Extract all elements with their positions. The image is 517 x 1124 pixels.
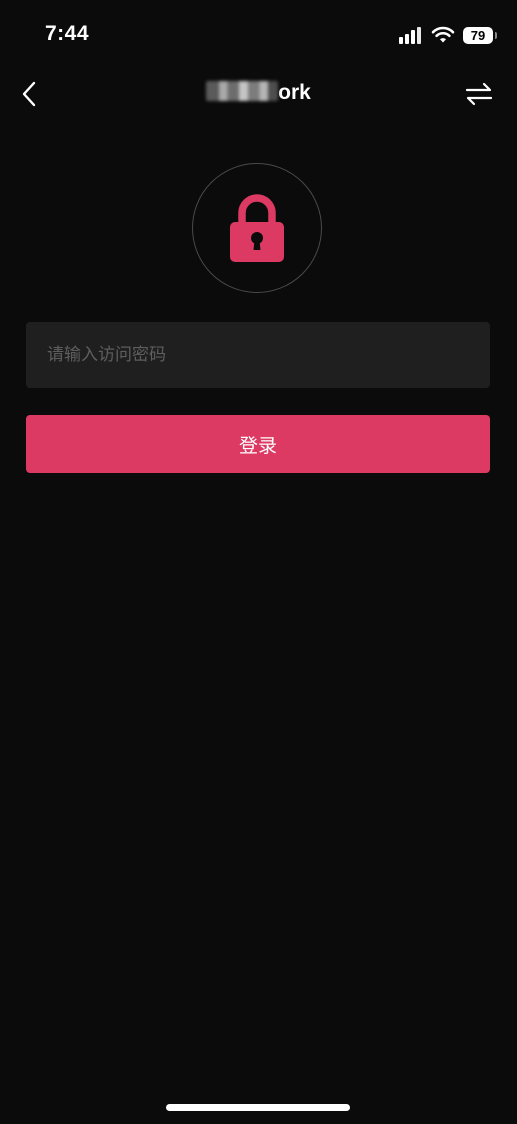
lock-badge (192, 163, 322, 293)
swap-arrows-icon (465, 82, 493, 106)
login-button[interactable]: 登录 (26, 415, 490, 473)
battery-level: 79 (470, 27, 486, 43)
home-indicator (166, 1104, 350, 1111)
lock-icon (230, 194, 284, 262)
wifi-icon (431, 26, 455, 43)
status-time: 7:44 (45, 22, 90, 45)
login-screen: 7:44 79 ork 登录 (0, 0, 517, 1124)
redacted-title-part (206, 81, 279, 101)
battery-icon: 79 (463, 26, 497, 44)
nav-bar: ork (0, 66, 517, 122)
signal-icon (399, 26, 423, 44)
status-icons: 79 (399, 24, 497, 46)
switch-account-button[interactable] (463, 78, 495, 110)
status-bar: 7:44 79 (0, 0, 517, 62)
page-title-text: ork (278, 81, 311, 104)
page-title: ork (0, 81, 517, 105)
password-input[interactable] (26, 322, 490, 388)
